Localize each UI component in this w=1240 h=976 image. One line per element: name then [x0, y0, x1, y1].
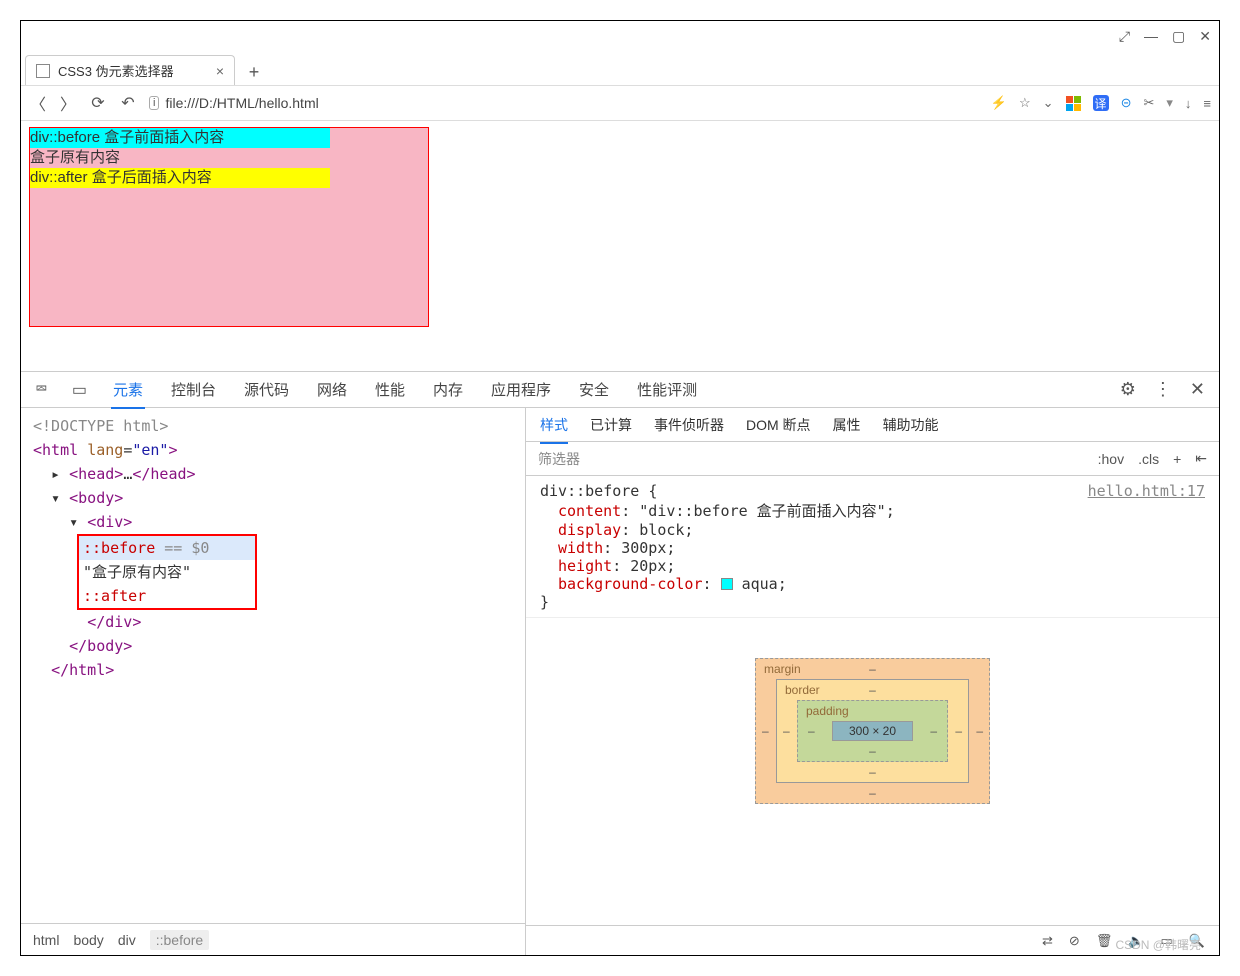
- demo-box: div::before 盒子前面插入内容 盒子原有内容 div::after 盒…: [29, 127, 429, 327]
- nav-reload-icon[interactable]: ⟳: [89, 93, 107, 113]
- device-toggle-icon[interactable]: ▭: [72, 380, 87, 400]
- styles-filterbar: 筛选器 :hov .cls + ⇤: [526, 442, 1219, 476]
- flash-icon[interactable]: ⚡: [991, 95, 1007, 111]
- devtools-tab-memory[interactable]: 内存: [431, 372, 465, 408]
- devtools-tab-sources[interactable]: 源代码: [242, 372, 291, 408]
- devtools-tab-performance[interactable]: 性能: [373, 372, 407, 408]
- dom-head[interactable]: ▸ <head>…</head>: [33, 462, 525, 486]
- download-icon[interactable]: ↓: [1185, 96, 1192, 111]
- dom-breadcrumb: html body div ::before: [21, 923, 525, 955]
- dom-text-node[interactable]: "盒子原有内容": [83, 560, 251, 584]
- address-bar[interactable]: i file:///D:/HTML/hello.html: [149, 95, 979, 111]
- box-content-size: 300 × 20: [832, 721, 913, 741]
- styles-tab-a11y[interactable]: 辅助功能: [883, 415, 939, 435]
- nav-forward-icon[interactable]: 〉: [59, 91, 77, 115]
- hov-button[interactable]: :hov: [1098, 451, 1124, 467]
- styles-panel: 样式 已计算 事件侦听器 DOM 断点 属性 辅助功能 筛选器 :hov .cl…: [526, 408, 1219, 955]
- demo-after-pseudo: div::after 盒子后面插入内容: [30, 168, 330, 188]
- devtools-tab-application[interactable]: 应用程序: [489, 372, 553, 408]
- site-info-icon[interactable]: i: [149, 96, 159, 110]
- cls-button[interactable]: .cls: [1138, 451, 1159, 467]
- add-rule-button[interactable]: +: [1173, 451, 1181, 467]
- block-icon[interactable]: ⊝: [1121, 95, 1132, 111]
- styles-tab-computed[interactable]: 已计算: [590, 415, 632, 435]
- page-favicon-icon: [36, 64, 50, 78]
- window-close-icon[interactable]: ✕: [1199, 28, 1211, 45]
- menu-icon[interactable]: ≡: [1203, 96, 1211, 111]
- status-icon[interactable]: ⊘: [1069, 933, 1080, 949]
- dom-doctype[interactable]: <!DOCTYPE html>: [33, 414, 525, 438]
- devtools-panel: ⮹ ▭ 元素 控制台 源代码 网络 性能 内存 应用程序 安全 性能评测 ⚙ ⋮…: [21, 371, 1219, 955]
- dom-html-close[interactable]: </html>: [33, 658, 525, 682]
- tab-close-icon[interactable]: ×: [216, 63, 224, 79]
- styles-tab-styles[interactable]: 样式: [540, 415, 568, 435]
- styles-tabs: 样式 已计算 事件侦听器 DOM 断点 属性 辅助功能: [526, 408, 1219, 442]
- dom-before-pseudo[interactable]: ::before == $0: [79, 536, 255, 560]
- styles-tab-dombreak[interactable]: DOM 断点: [746, 415, 811, 435]
- status-icon[interactable]: ⇄: [1042, 933, 1053, 949]
- devtools-tabs: ⮹ ▭ 元素 控制台 源代码 网络 性能 内存 应用程序 安全 性能评测 ⚙ ⋮…: [21, 372, 1219, 408]
- devtools-tab-console[interactable]: 控制台: [169, 372, 218, 408]
- box-model[interactable]: margin – – – – border – – – –: [755, 658, 990, 804]
- chevron-down-icon[interactable]: ⌄: [1043, 95, 1054, 111]
- browser-tab[interactable]: CSS3 伪元素选择器 ×: [25, 55, 235, 85]
- box-model-area: margin – – – – border – – – –: [526, 618, 1219, 925]
- box-padding-label: padding: [806, 704, 849, 718]
- styles-filter-input[interactable]: 筛选器: [538, 449, 580, 469]
- url-text: file:///D:/HTML/hello.html: [165, 95, 318, 111]
- dom-div-open[interactable]: ▾ <div>: [33, 510, 525, 534]
- page-viewport: div::before 盒子前面插入内容 盒子原有内容 div::after 盒…: [21, 121, 1219, 371]
- watermark: CSDN @韩曙亮: [1115, 936, 1201, 953]
- window-titlebar: ⤢ — ▢ ✕: [21, 21, 1219, 51]
- box-margin-label: margin: [764, 662, 801, 676]
- inspect-icon[interactable]: ⮹: [35, 381, 48, 399]
- new-tab-button[interactable]: +: [241, 59, 267, 85]
- devtools-close-icon[interactable]: ✕: [1190, 379, 1205, 400]
- dom-body-open[interactable]: ▾ <body>: [33, 486, 525, 510]
- box-border-label: border: [785, 683, 820, 697]
- breadcrumb-div[interactable]: div: [118, 932, 136, 948]
- devtools-tab-network[interactable]: 网络: [315, 372, 349, 408]
- translate-icon[interactable]: 译: [1093, 95, 1109, 111]
- browser-navbar: 〈 〉 ⟳ ↶ i file:///D:/HTML/hello.html ⚡ ☆…: [21, 85, 1219, 121]
- demo-original-content: 盒子原有内容: [30, 148, 428, 168]
- rule-close: }: [540, 593, 1205, 611]
- styles-tab-props[interactable]: 属性: [833, 415, 861, 435]
- dom-body-close[interactable]: </body>: [33, 634, 525, 658]
- color-swatch-icon[interactable]: [721, 578, 733, 590]
- devtools-settings-icon[interactable]: ⚙: [1120, 379, 1136, 400]
- browser-window: ⤢ — ▢ ✕ CSS3 伪元素选择器 × + 〈 〉 ⟳ ↶ i file:/…: [20, 20, 1220, 956]
- breadcrumb-body[interactable]: body: [73, 932, 103, 948]
- expand-panel-icon[interactable]: ⇤: [1195, 450, 1207, 467]
- breadcrumb-before[interactable]: ::before: [150, 930, 209, 950]
- status-icon[interactable]: 🗑: [1096, 933, 1113, 949]
- dom-after-pseudo[interactable]: ::after: [83, 584, 251, 608]
- microsoft-icon[interactable]: [1066, 96, 1081, 111]
- favorite-icon[interactable]: ☆: [1019, 95, 1031, 111]
- nav-undo-icon[interactable]: ↶: [119, 93, 137, 113]
- devtools-tab-audits[interactable]: 性能评测: [635, 372, 699, 408]
- tab-title: CSS3 伪元素选择器: [58, 61, 174, 80]
- dom-html-open[interactable]: <html lang="en">: [33, 438, 525, 462]
- rule-source-link[interactable]: hello.html:17: [1088, 482, 1205, 500]
- window-minimize-icon[interactable]: —: [1144, 28, 1158, 45]
- scissors-icon[interactable]: ✂: [1143, 95, 1154, 111]
- demo-before-pseudo: div::before 盒子前面插入内容: [30, 128, 330, 148]
- dom-div-close[interactable]: </div>: [33, 610, 525, 634]
- dom-tree[interactable]: <!DOCTYPE html> <html lang="en"> ▸ <head…: [21, 408, 525, 923]
- window-maximize-icon[interactable]: ▢: [1172, 28, 1185, 45]
- styles-tab-listeners[interactable]: 事件侦听器: [654, 415, 724, 435]
- window-expand-icon[interactable]: ⤢: [1119, 28, 1130, 45]
- devtools-tab-elements[interactable]: 元素: [111, 372, 145, 408]
- dom-panel: <!DOCTYPE html> <html lang="en"> ▸ <head…: [21, 408, 526, 955]
- breadcrumb-html[interactable]: html: [33, 932, 59, 948]
- highlight-box: ::before == $0 "盒子原有内容" ::after: [77, 534, 257, 610]
- css-rule[interactable]: hello.html:17 div::before { content: "di…: [526, 476, 1219, 618]
- nav-back-icon[interactable]: 〈: [29, 91, 47, 115]
- browser-tabbar: CSS3 伪元素选择器 × +: [21, 51, 1219, 85]
- devtools-more-icon[interactable]: ⋮: [1154, 379, 1172, 400]
- devtools-tab-security[interactable]: 安全: [577, 372, 611, 408]
